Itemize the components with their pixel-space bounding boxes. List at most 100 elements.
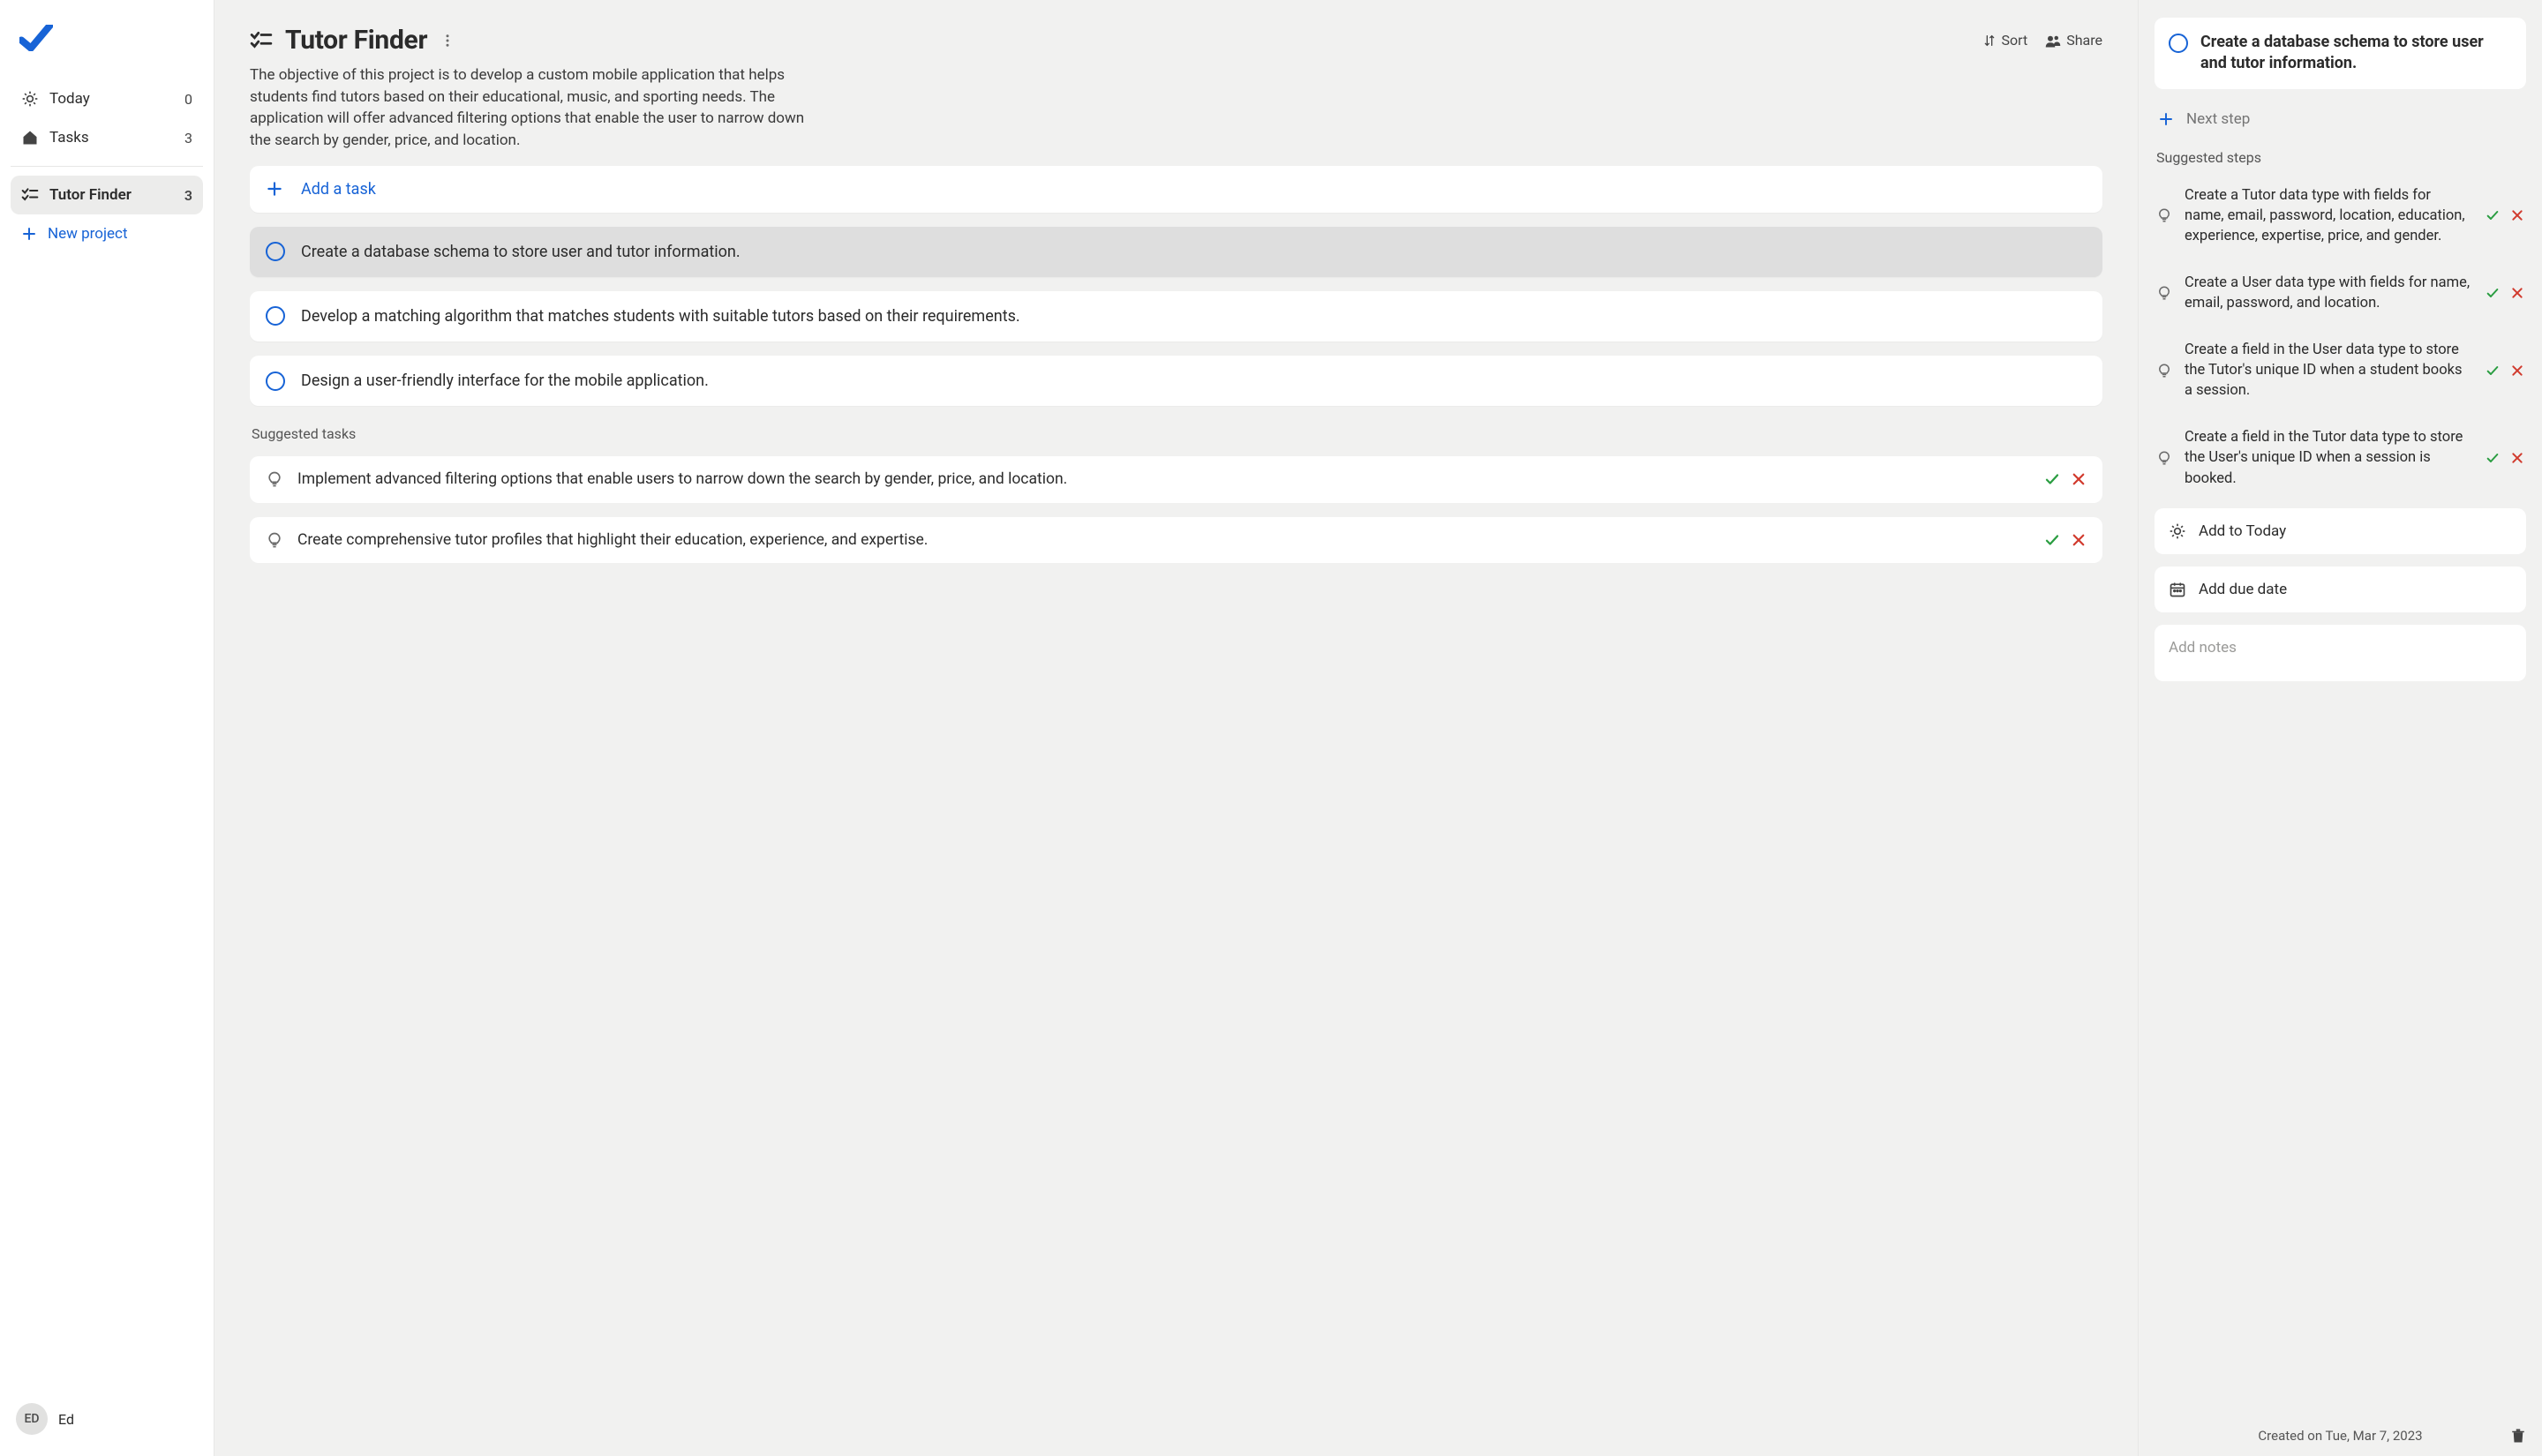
project-title-row: Tutor Finder Sort <box>250 25 2102 56</box>
home-icon <box>21 129 39 146</box>
accept-reject <box>2486 364 2524 378</box>
accept-button[interactable] <box>2044 532 2060 548</box>
task-text: Design a user-friendly interface for the… <box>301 370 2087 392</box>
accept-button[interactable] <box>2486 451 2500 465</box>
sort-icon <box>1982 34 1997 48</box>
sidebar-item-today[interactable]: Today 0 <box>11 79 203 118</box>
created-label: Created on Tue, Mar 7, 2023 <box>2258 1428 2422 1444</box>
next-step-placeholder: Next step <box>2186 110 2250 128</box>
main: Tutor Finder Sort <box>214 0 2138 1456</box>
plus-icon <box>21 226 37 242</box>
suggested-steps-label: Suggested steps <box>2155 144 2526 166</box>
accept-button[interactable] <box>2486 208 2500 222</box>
task-text: Create comprehensive tutor profiles that… <box>297 529 2030 552</box>
next-step-input[interactable]: Next step <box>2155 101 2526 131</box>
trash-icon[interactable] <box>2510 1427 2526 1445</box>
task-row[interactable]: Develop a matching algorithm that matche… <box>250 291 2102 341</box>
add-due-date-label: Add due date <box>2199 581 2287 598</box>
sort-button[interactable]: Sort <box>1982 32 2028 49</box>
suggested-task-row: Implement advanced filtering options tha… <box>250 456 2102 503</box>
reject-button[interactable] <box>2510 451 2524 465</box>
notes-input[interactable]: Add notes <box>2155 625 2526 681</box>
suggested-step-row: Create a Tutor data type with fields for… <box>2155 178 2526 253</box>
accept-reject <box>2044 471 2087 487</box>
reject-button[interactable] <box>2510 286 2524 300</box>
accept-reject <box>2486 451 2524 465</box>
add-due-date-button[interactable]: Add due date <box>2155 567 2526 612</box>
sidebar-divider <box>11 166 203 167</box>
reject-button[interactable] <box>2510 208 2524 222</box>
sidebar-new-project[interactable]: New project <box>11 214 203 253</box>
reject-button[interactable] <box>2071 471 2087 487</box>
detail-footer: Created on Tue, Mar 7, 2023 <box>2155 1417 2526 1444</box>
suggested-task-row: Create comprehensive tutor profiles that… <box>250 517 2102 564</box>
task-text: Implement advanced filtering options tha… <box>297 469 2030 491</box>
detail-title-card: Create a database schema to store user a… <box>2155 18 2526 89</box>
project-description: The objective of this project is to deve… <box>250 64 815 152</box>
lightbulb-icon <box>2156 450 2172 466</box>
share-icon <box>2045 34 2061 48</box>
sidebar-item-tasks[interactable]: Tasks 3 <box>11 118 203 157</box>
detail-title-text: Create a database schema to store user a… <box>2200 32 2512 75</box>
step-text: Create a User data type with fields for … <box>2185 273 2473 313</box>
sidebar-item-project-tutor-finder[interactable]: Tutor Finder 3 <box>11 176 203 214</box>
accept-button[interactable] <box>2044 471 2060 487</box>
app-logo <box>11 21 203 79</box>
task-checkbox[interactable] <box>266 372 285 391</box>
suggested-step-row: Create a field in the Tutor data type to… <box>2155 420 2526 495</box>
share-label: Share <box>2066 32 2102 49</box>
add-to-today-button[interactable]: Add to Today <box>2155 508 2526 554</box>
sidebar-item-label: New project <box>48 225 128 243</box>
accept-reject <box>2486 208 2524 222</box>
step-text: Create a Tutor data type with fields for… <box>2185 185 2473 246</box>
sidebar: Today 0 Tasks 3 Tutor Finder 3 New proje… <box>0 0 214 1456</box>
checklist-icon <box>21 186 39 204</box>
suggested-step-row: Create a field in the User data type to … <box>2155 333 2526 408</box>
step-text: Create a field in the User data type to … <box>2185 340 2473 401</box>
logo-checkmark-icon <box>19 25 53 51</box>
share-button[interactable]: Share <box>2045 32 2102 49</box>
notes-placeholder: Add notes <box>2169 639 2237 657</box>
suggested-tasks-label: Suggested tasks <box>250 425 2102 442</box>
sidebar-item-label: Tutor Finder <box>49 186 132 204</box>
task-checkbox[interactable] <box>2169 34 2188 53</box>
calendar-icon <box>2169 581 2186 598</box>
user-name: Ed <box>58 1411 74 1428</box>
add-to-today-label: Add to Today <box>2199 522 2286 540</box>
task-detail-panel: Create a database schema to store user a… <box>2138 0 2542 1456</box>
project-title: Tutor Finder <box>285 25 427 56</box>
suggested-step-row: Create a User data type with fields for … <box>2155 266 2526 320</box>
lightbulb-icon <box>266 531 283 549</box>
plus-icon <box>2158 111 2174 127</box>
task-text: Develop a matching algorithm that matche… <box>301 305 2087 327</box>
project-actions: Sort Share <box>1982 32 2102 49</box>
sidebar-user[interactable]: ED Ed <box>11 1396 203 1442</box>
sidebar-item-label: Today <box>49 90 90 108</box>
accept-button[interactable] <box>2486 286 2500 300</box>
task-row[interactable]: Design a user-friendly interface for the… <box>250 356 2102 406</box>
add-task-label: Add a task <box>301 180 376 199</box>
task-checkbox[interactable] <box>266 242 285 261</box>
sun-icon <box>21 90 39 108</box>
task-checkbox[interactable] <box>266 306 285 326</box>
lightbulb-icon <box>2156 207 2172 223</box>
sidebar-item-count: 0 <box>184 91 192 108</box>
sidebar-item-label: Tasks <box>49 129 89 146</box>
sidebar-item-count: 3 <box>184 130 192 146</box>
more-vert-icon[interactable] <box>440 33 455 49</box>
lightbulb-icon <box>2156 363 2172 379</box>
sidebar-item-count: 3 <box>184 187 192 204</box>
reject-button[interactable] <box>2071 532 2087 548</box>
reject-button[interactable] <box>2510 364 2524 378</box>
sun-icon <box>2169 522 2186 540</box>
project-header: Tutor Finder Sort <box>250 25 2102 152</box>
lightbulb-icon <box>266 470 283 488</box>
add-task-input[interactable]: Add a task <box>250 166 2102 213</box>
avatar: ED <box>16 1403 48 1435</box>
sort-label: Sort <box>2002 32 2028 49</box>
task-row[interactable]: Create a database schema to store user a… <box>250 227 2102 277</box>
checklist-icon <box>250 29 273 52</box>
accept-button[interactable] <box>2486 364 2500 378</box>
accept-reject <box>2486 286 2524 300</box>
accept-reject <box>2044 532 2087 548</box>
